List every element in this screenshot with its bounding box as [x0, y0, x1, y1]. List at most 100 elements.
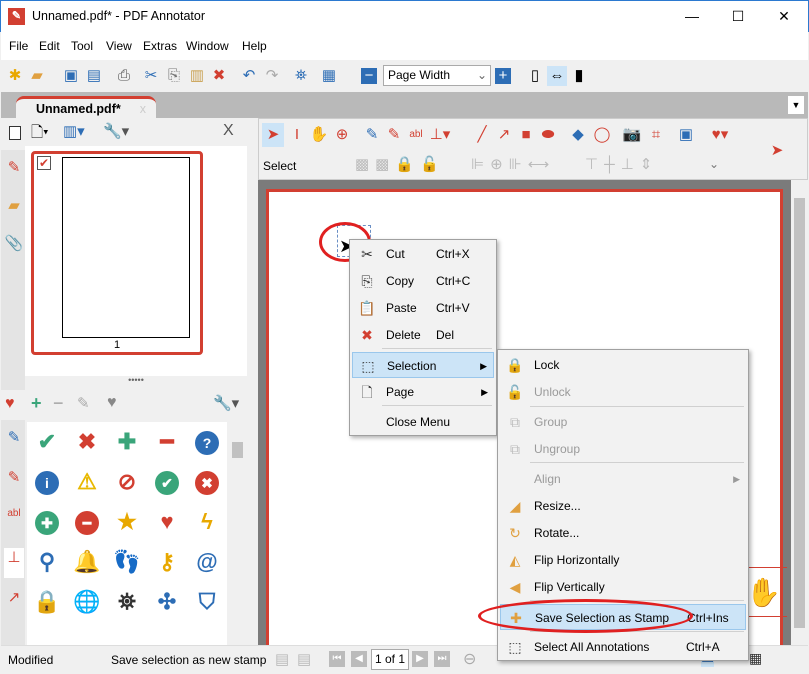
tab-unnamed-pdf[interactable]: Unnamed.pdf* x [16, 96, 156, 118]
splitter-grip[interactable]: ••••• [25, 376, 247, 388]
stamp-item[interactable]: 👣 [107, 542, 147, 582]
redo-icon[interactable]: ↷ [262, 66, 282, 86]
menu-item-selection[interactable]: ⬚ Selection ▶ [352, 352, 494, 378]
menu-item-flip-horizontally[interactable]: ◭ Flip Horizontally [500, 547, 746, 573]
fit-width-icon[interactable]: ⇔ [547, 66, 567, 86]
arrow-tool-icon[interactable]: ↗ [493, 123, 515, 147]
next-page-button[interactable]: ▶ [412, 651, 428, 667]
annotations-tab-icon[interactable]: ✎ [4, 158, 24, 188]
zoom-in-icon[interactable]: + [495, 68, 511, 84]
wrench-icon[interactable]: 🔧▾ [103, 122, 129, 140]
stamp-item[interactable]: ━ [67, 502, 107, 542]
highlighter-tab-icon[interactable]: ✎ [4, 468, 24, 498]
stamp-item[interactable]: ⚲ [27, 542, 67, 582]
paste-icon[interactable]: ▥ [187, 66, 207, 86]
grid-icon[interactable]: ▦ [319, 66, 339, 86]
first-page-button[interactable]: ⏮ [329, 651, 345, 667]
previous-page-button[interactable]: ◀ [351, 651, 367, 667]
stamp-item[interactable]: 🔔 [67, 542, 107, 582]
new-icon[interactable]: ✱ [5, 66, 25, 86]
favorites-heart-icon[interactable]: ♥▾ [705, 123, 735, 147]
page-number-input[interactable]: 1 of 1 [371, 649, 409, 670]
undo-icon[interactable]: ↶ [239, 66, 259, 86]
menu-item-resize[interactable]: ◢ Resize... [500, 493, 746, 519]
favorites-heart-icon[interactable]: ♥ [5, 395, 15, 413]
navigate-back-icon[interactable]: ⊖ [463, 649, 476, 669]
menu-item-close-menu[interactable]: Close Menu [352, 409, 494, 435]
stamp-item[interactable]: ✣ [147, 582, 187, 622]
save-icon[interactable]: ▣ [61, 66, 81, 86]
pen-tab-icon[interactable]: ✎ [4, 428, 24, 458]
stamp-item[interactable]: ? [187, 422, 227, 462]
stamp-item[interactable]: @ [187, 542, 227, 582]
print-icon[interactable]: ⎙ [114, 66, 134, 86]
close-button[interactable]: ✕ [761, 1, 807, 31]
menu-item-page[interactable]: 🗋 Page ▶ [352, 379, 494, 405]
bookmarks-tab-icon[interactable]: ▰ [4, 196, 24, 226]
menu-file[interactable]: File [9, 39, 28, 53]
menu-item-paste[interactable]: 📋 Paste Ctrl+V [352, 295, 494, 321]
stamp-item[interactable]: ⛯ [107, 582, 147, 622]
stamp-item[interactable]: ✖ [187, 462, 227, 502]
lasso-tool-icon[interactable]: ◯ [591, 123, 613, 147]
insert-image-icon[interactable]: ▣ [675, 123, 697, 147]
select-checkbox-icon[interactable] [9, 126, 21, 140]
text-tool-icon[interactable]: abl [405, 123, 427, 147]
zoom-tool-icon[interactable]: ⊕ [331, 123, 353, 147]
minimize-button[interactable]: — [669, 1, 715, 31]
menu-tool[interactable]: Tool [71, 39, 93, 53]
menu-edit[interactable]: Edit [39, 39, 60, 53]
menu-item-copy[interactable]: ⎘ Copy Ctrl+C [352, 268, 494, 294]
menu-item-ungroup[interactable]: ⧉ Ungroup [500, 436, 746, 462]
stamp-item[interactable]: ϟ [187, 502, 227, 542]
delete-icon[interactable]: ✖ [209, 66, 229, 86]
menu-window[interactable]: Window [186, 39, 229, 53]
stamp-item[interactable]: ✚ [107, 422, 147, 462]
remove-stamp-icon[interactable]: − [53, 393, 64, 414]
arrow-tab-icon[interactable]: ↗ [4, 588, 24, 618]
add-stamp-icon[interactable]: + [31, 393, 42, 414]
stamp-item[interactable]: ⚷ [147, 542, 187, 582]
text-tab-icon[interactable]: abl [4, 508, 24, 538]
menu-item-cut[interactable]: ✂ Cut Ctrl+X [352, 241, 494, 267]
menu-item-flip-vertically[interactable]: ◀ Flip Vertically [500, 574, 746, 600]
highlighter-tool-icon[interactable]: ✎ [383, 123, 405, 147]
camera-tool-icon[interactable]: 📷 [621, 123, 643, 147]
thumbnail-view-icon[interactable]: ▦ [749, 650, 762, 667]
chevron-down-icon[interactable]: ⌄ [709, 157, 719, 171]
menu-item-rotate[interactable]: ↻ Rotate... [500, 520, 746, 546]
save-as-icon[interactable]: ▤ [84, 66, 104, 86]
ellipse-tool-icon[interactable]: ⬬ [537, 123, 559, 147]
full-page-icon[interactable]: ▮ [569, 66, 589, 86]
history-back-icon[interactable]: ▤ [275, 650, 289, 668]
menu-help[interactable]: Help [242, 39, 267, 53]
panel-close-icon[interactable]: X [223, 122, 234, 140]
menu-view[interactable]: View [106, 39, 132, 53]
zoom-out-icon[interactable]: − [361, 68, 377, 84]
stamp-item[interactable]: ★ [107, 502, 147, 542]
menu-item-select-all-annotations[interactable]: ⬚ Select All Annotations Ctrl+A [500, 634, 746, 660]
menu-item-align[interactable]: Align ▶ [500, 466, 746, 492]
menu-extras[interactable]: Extras [143, 39, 177, 53]
heart-outline-icon[interactable]: ♥ [107, 394, 117, 412]
stamp-item[interactable]: 🌐 [67, 582, 107, 622]
zoom-select[interactable]: Page Width ⌄ [383, 65, 491, 86]
maximize-button[interactable]: ☐ [715, 1, 761, 31]
stamp-item[interactable]: ✔ [147, 462, 187, 502]
tab-list-dropdown[interactable]: ▼ [788, 96, 804, 114]
stamp-item[interactable]: ⚠ [67, 462, 107, 502]
last-page-button[interactable]: ⏭ [434, 651, 450, 667]
stamp-item[interactable]: i [27, 462, 67, 502]
crop-tool-icon[interactable]: ⌗ [645, 123, 667, 147]
stamp-item[interactable]: 🔒 [27, 582, 67, 622]
tab-close-icon[interactable]: x [140, 102, 146, 116]
stamp-item[interactable]: ✖ [67, 422, 107, 462]
menu-item-lock[interactable]: 🔒 Lock [500, 352, 746, 378]
stamp-item[interactable]: ⊘ [107, 462, 147, 502]
stamp-item[interactable]: ✚ [27, 502, 67, 542]
stamp-item[interactable]: ♥ [147, 502, 187, 542]
copy-icon[interactable]: ⎘ [164, 66, 184, 86]
single-page-icon[interactable]: ▯ [525, 66, 545, 86]
select-tool-icon[interactable]: ➤ [262, 123, 284, 147]
panel-splitter[interactable] [249, 118, 258, 645]
